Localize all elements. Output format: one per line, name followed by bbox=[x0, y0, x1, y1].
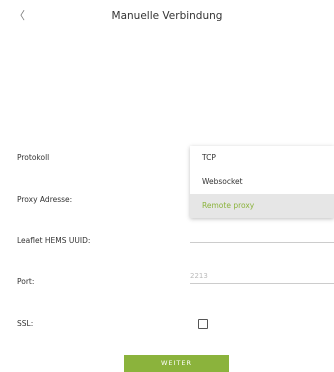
protokoll-dropdown-list: TCP Websocket Remote proxy bbox=[190, 146, 334, 218]
proxy-adresse-label: Proxy Adresse: bbox=[17, 195, 73, 204]
protokoll-label: Protokoll bbox=[17, 153, 50, 162]
option-remote-proxy[interactable]: Remote proxy bbox=[190, 194, 334, 218]
port-input[interactable] bbox=[190, 269, 334, 284]
option-websocket[interactable]: Websocket bbox=[190, 170, 334, 194]
port-label: Port: bbox=[17, 277, 35, 286]
uuid-label: Leaflet HEMS UUID: bbox=[17, 236, 91, 245]
option-tcp[interactable]: TCP bbox=[190, 146, 334, 170]
ssl-checkbox[interactable] bbox=[198, 319, 208, 329]
uuid-input[interactable] bbox=[190, 228, 334, 243]
page-title: Manuelle Verbindung bbox=[111, 10, 223, 22]
ssl-label: SSL: bbox=[17, 319, 34, 328]
weiter-button[interactable]: WEITER bbox=[124, 355, 229, 372]
